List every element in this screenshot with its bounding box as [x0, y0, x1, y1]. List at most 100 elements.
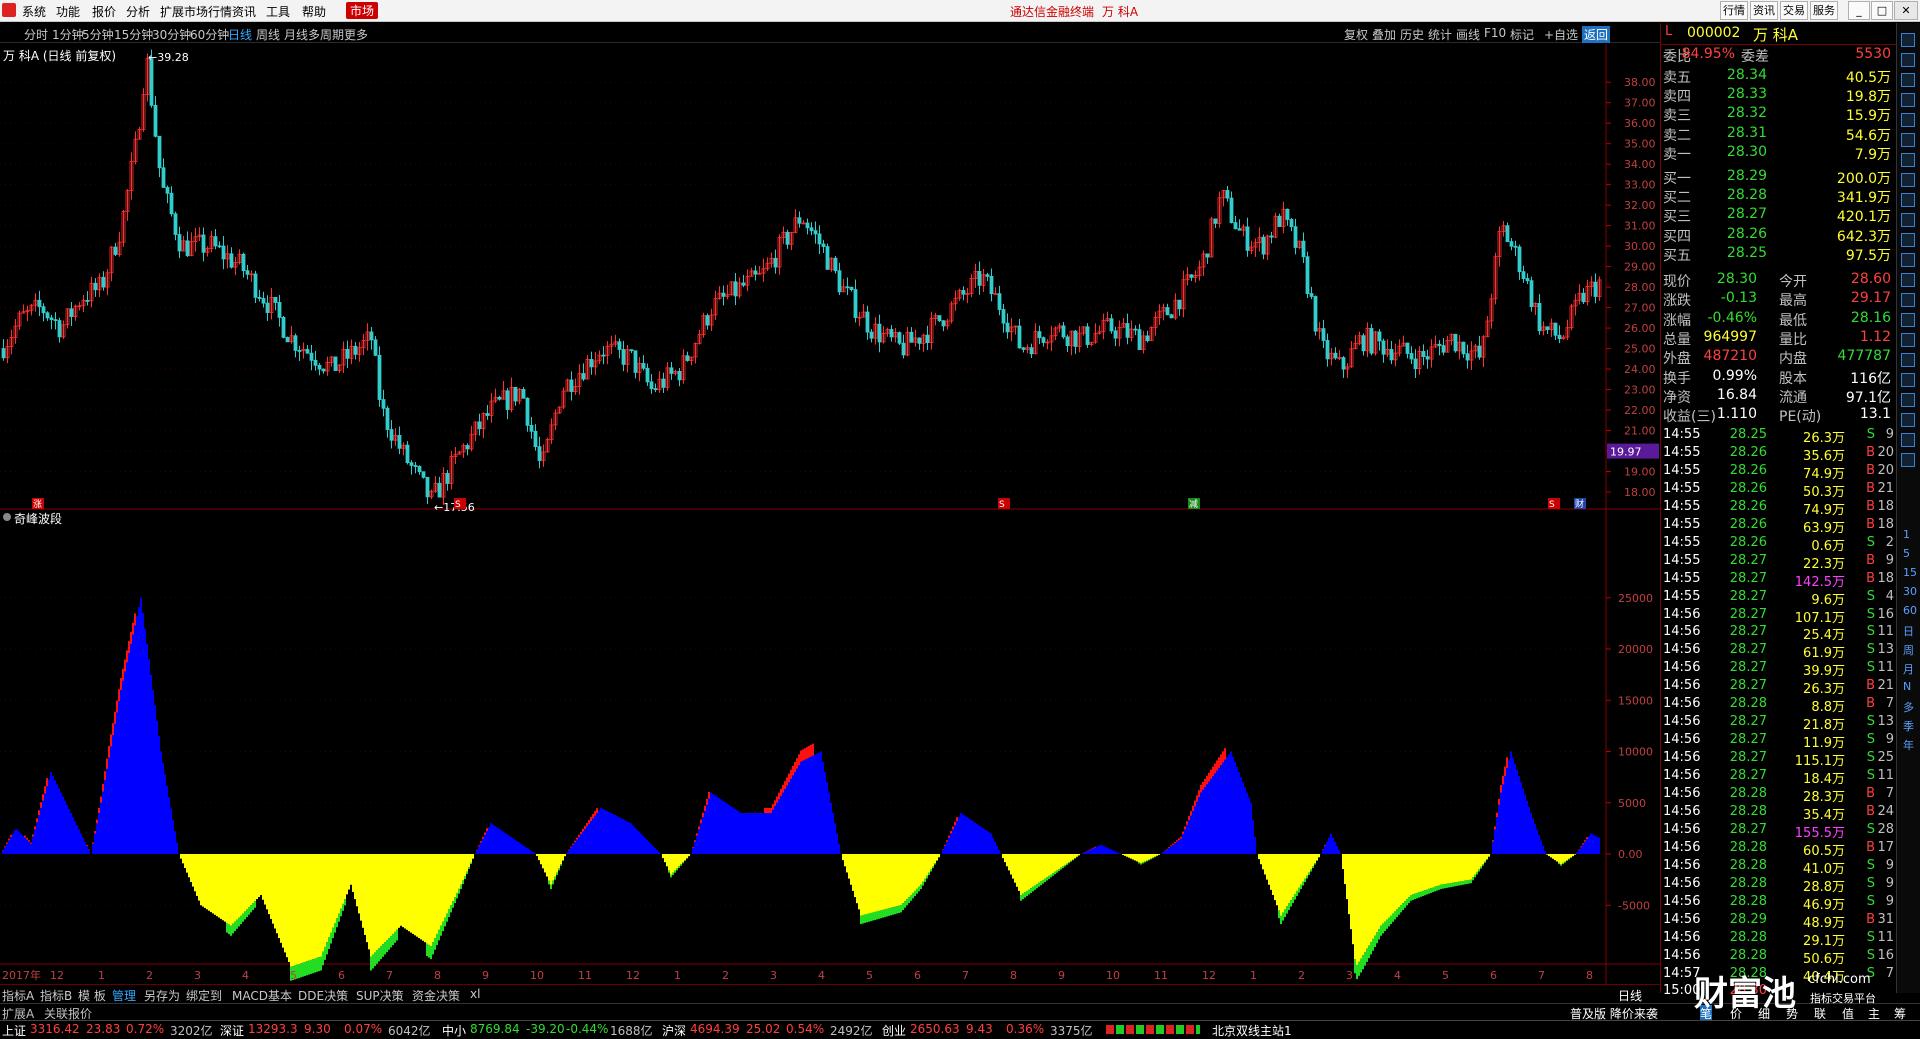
period-tab[interactable]: 分时 — [24, 26, 48, 43]
period-tab[interactable]: 15分钟 — [114, 26, 153, 43]
index-name[interactable]: 上证 — [2, 1022, 26, 1039]
index-name[interactable]: 创业 — [882, 1022, 906, 1039]
toolbar-icon[interactable] — [1901, 373, 1915, 387]
period-tab[interactable]: 1分钟 — [52, 26, 84, 43]
indicator-tab[interactable]: MACD基本 — [232, 987, 292, 1004]
toolbar-icon[interactable] — [1901, 173, 1915, 187]
ind-bar-cap — [892, 907, 894, 914]
chart-tool-button[interactable]: 返回 — [1582, 26, 1610, 43]
menu-item[interactable]: 扩展市场行情 — [160, 3, 232, 20]
index-name[interactable]: 中小 — [442, 1022, 466, 1039]
toolbar-period-glyph[interactable]: N — [1903, 680, 1911, 693]
toolbar-period-glyph[interactable]: 日 — [1903, 623, 1914, 639]
chart-tool-button[interactable]: 叠加 — [1372, 26, 1396, 43]
toolbar-icon[interactable] — [1901, 53, 1915, 67]
chart-tool-button[interactable]: 画线 — [1456, 26, 1480, 43]
toolbar-period-glyph[interactable]: 15 — [1903, 566, 1917, 579]
toolbar-icon[interactable] — [1901, 213, 1915, 227]
close-button[interactable]: ✕ — [1894, 1, 1918, 20]
period-tab[interactable]: 30分钟 — [152, 26, 191, 43]
toolbar-icon[interactable] — [1901, 353, 1915, 367]
menu-item[interactable]: 报价 — [92, 3, 116, 20]
toolbar-period-glyph[interactable]: 月 — [1903, 661, 1914, 677]
period-tab[interactable]: 周线 — [256, 26, 280, 43]
chart-tool-button[interactable]: +自选 — [1544, 26, 1578, 43]
indicator-tab[interactable]: 绑定到 — [186, 987, 222, 1004]
menu-item[interactable]: 功能 — [56, 3, 80, 20]
toolbar-period-glyph[interactable]: 1 — [1903, 528, 1910, 541]
quote-header: L 000002 万 科A — [1661, 23, 1897, 45]
toolbar-period-glyph[interactable]: 季 — [1903, 718, 1914, 734]
menu-item[interactable]: 系统 — [22, 3, 46, 20]
toolbar-icon[interactable] — [1901, 433, 1915, 447]
toolbar-period-glyph[interactable]: 周 — [1903, 642, 1914, 658]
minimize-button[interactable]: _ — [1848, 1, 1870, 20]
chart-tool-button[interactable]: 标记 — [1510, 26, 1534, 43]
indicator-tab[interactable]: 指标A — [2, 987, 34, 1004]
chart-tool-button[interactable]: 复权 — [1344, 26, 1368, 43]
index-name[interactable]: 深证 — [220, 1022, 244, 1039]
index-pct: 0.07% — [344, 1022, 382, 1036]
toolbar-icon[interactable] — [1901, 193, 1915, 207]
indicator-tab[interactable]: 资金决策 — [412, 987, 460, 1004]
menu-item[interactable]: 帮助 — [302, 3, 326, 20]
toolbar-icon[interactable] — [1901, 153, 1915, 167]
top-button[interactable]: 服务 — [1810, 1, 1838, 20]
tick-count: 18 — [1877, 499, 1894, 514]
menu-item[interactable]: 分析 — [126, 3, 150, 20]
toolbar-icon[interactable] — [1901, 413, 1915, 427]
period-tab[interactable]: 月线 — [284, 26, 308, 43]
indicator-tab[interactable]: 指标B — [40, 987, 72, 1004]
row-volume: 40.5万 — [1846, 67, 1891, 87]
period-tab[interactable]: 更多 — [344, 26, 368, 43]
toolbar-period-glyph[interactable]: 30 — [1903, 585, 1917, 598]
kline-chart-svg[interactable]: 38.0037.0036.0035.0034.0033.0032.0031.00… — [0, 44, 1660, 984]
toolbar-icon[interactable] — [1901, 73, 1915, 87]
period-tab[interactable]: 多周期 — [308, 26, 344, 43]
toolbar-icon[interactable] — [1901, 233, 1915, 247]
top-button[interactable]: 行情 — [1720, 1, 1748, 20]
toolbar-icon[interactable] — [1901, 293, 1915, 307]
toolbar-icon[interactable] — [1901, 33, 1915, 47]
candle-body — [918, 338, 921, 343]
top-button[interactable]: 交易 — [1780, 1, 1808, 20]
indicator-tab[interactable]: 另存为 — [144, 987, 180, 1004]
toolbar-icon[interactable] — [1901, 453, 1915, 467]
period-tab[interactable]: 日线 — [228, 26, 252, 43]
toolbar-period-glyph[interactable]: 多 — [1903, 699, 1914, 715]
toolbar-period-glyph[interactable]: 年 — [1903, 737, 1914, 753]
indicator-tab[interactable]: DDE决策 — [298, 987, 348, 1004]
toolbar-icon[interactable] — [1901, 113, 1915, 127]
indicator-tab[interactable]: 管理 — [112, 987, 136, 1004]
maximize-button[interactable]: □ — [1871, 1, 1893, 20]
period-label[interactable]: 日线 — [1618, 987, 1642, 1004]
candle-body — [706, 316, 709, 325]
period-tab[interactable]: 60分钟 — [190, 26, 229, 43]
server-name[interactable]: 北京双线主站1 — [1212, 1022, 1292, 1039]
top-button[interactable]: 资讯 — [1750, 1, 1778, 20]
menu-item[interactable]: 工具 — [266, 3, 290, 20]
ind-bar-pos — [976, 824, 978, 854]
toolbar-period-glyph[interactable]: 60 — [1903, 604, 1917, 617]
indicator-tab[interactable]: 模 板 — [78, 987, 106, 1004]
toolbar-icon[interactable] — [1901, 133, 1915, 147]
app-logo-icon[interactable] — [2, 3, 16, 17]
menu-item[interactable]: 资讯 — [232, 3, 256, 20]
candle-body — [1414, 359, 1417, 369]
indicator-tab[interactable]: SUP决策 — [356, 987, 404, 1004]
toolbar-period-glyph[interactable]: 5 — [1903, 547, 1910, 560]
toolbar-icon[interactable] — [1901, 393, 1915, 407]
chart-tool-button[interactable]: F10 — [1484, 26, 1506, 40]
toolbar-icon[interactable] — [1901, 253, 1915, 267]
chart-tool-button[interactable]: 历史 — [1400, 26, 1424, 43]
indicator-tab[interactable]: xl — [470, 987, 480, 1001]
toolbar-icon[interactable] — [1901, 333, 1915, 347]
menu-bar: 系统功能报价分析扩展市场行情资讯工具帮助 市场 通达信金融终端 万 科A 行情资… — [0, 0, 1920, 22]
period-tab[interactable]: 5分钟 — [82, 26, 114, 43]
toolbar-icon[interactable] — [1901, 93, 1915, 107]
toolbar-icon[interactable] — [1901, 313, 1915, 327]
chart-tool-button[interactable]: 统计 — [1428, 26, 1452, 43]
index-name[interactable]: 沪深 — [662, 1022, 686, 1039]
toolbar-icon[interactable] — [1901, 273, 1915, 287]
menu-market[interactable]: 市场 — [346, 2, 378, 19]
